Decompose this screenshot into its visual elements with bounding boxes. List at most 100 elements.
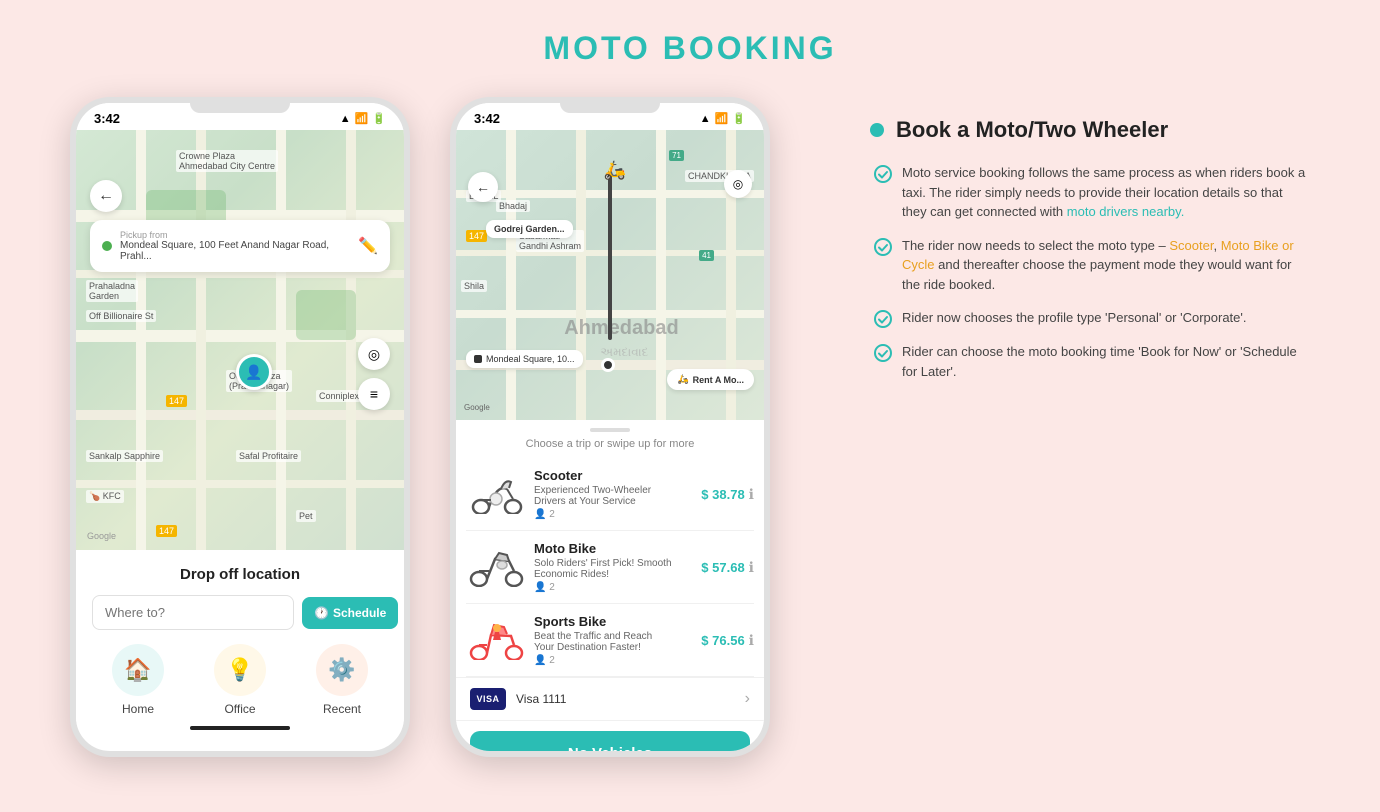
bottom-panel-left: Drop off location 🕐 Schedule 🏠 Home 💡: [76, 550, 404, 746]
wifi-icon-right: ▲: [700, 113, 711, 125]
motobike-info-icon[interactable]: ℹ: [749, 559, 754, 576]
wifi-icon: ▲: [340, 113, 351, 125]
battery-icon: 🔋: [372, 112, 386, 125]
map-label-shila: Shila: [461, 280, 487, 292]
home-indicator-left: [190, 726, 290, 730]
info-dot: [870, 123, 884, 137]
sportsbike-capacity: 👤 2: [534, 655, 693, 666]
schedule-label: Schedule: [333, 606, 386, 620]
motobike-price: $ 57.68: [701, 560, 744, 575]
vehicle-item-motobike[interactable]: Moto Bike Solo Riders' First Pick! Smoot…: [466, 531, 754, 604]
motobike-info: Moto Bike Solo Riders' First Pick! Smoot…: [534, 541, 693, 593]
clock-icon: 🕐: [314, 606, 329, 620]
map-label-sankalp: Sankalp Sapphire: [86, 450, 163, 462]
recent-label: Recent: [323, 702, 361, 716]
check-icon-1: [874, 165, 892, 183]
origin-text: Mondeal Square, 10...: [486, 354, 575, 364]
highlight-moto-drivers: moto drivers nearby.: [1067, 204, 1185, 219]
destination-recent[interactable]: ⚙️ Recent: [296, 644, 388, 716]
swipe-handle: [590, 428, 630, 432]
right-phone: 3:42 ▲ 📶 🔋: [450, 97, 770, 757]
map-background-left: Crowne PlazaAhmedabad City Centre Prahal…: [76, 130, 404, 550]
where-to-input[interactable]: [92, 595, 294, 630]
office-icon-circle: 💡: [214, 644, 266, 696]
pickup-label: Pickup from: [120, 230, 350, 240]
page-title: MOTO BOOKING: [543, 30, 836, 67]
sportsbike-desc: Beat the Traffic and ReachYour Destinati…: [534, 631, 693, 653]
home-icon-circle: 🏠: [112, 644, 164, 696]
right-phone-frame: 3:42 ▲ 📶 🔋: [450, 97, 770, 757]
motobike-capacity: 👤 2: [534, 582, 693, 593]
pickup-dot: [102, 241, 112, 251]
rent-badge[interactable]: 🛵 Rent A Mo...: [667, 369, 754, 390]
where-to-row: 🕐 Schedule: [92, 595, 388, 630]
signal-icon: 📶: [355, 112, 369, 125]
bullet-3: Rider now chooses the profile type 'Pers…: [874, 308, 1310, 328]
scooter-info: Scooter Experienced Two-WheelerDrivers a…: [534, 468, 693, 520]
map-controls-left: ◎ ≡: [358, 338, 390, 410]
map-label-crowne: Crowne PlazaAhmedabad City Centre: [176, 150, 278, 172]
payment-text: Visa 1111: [516, 692, 735, 706]
destination-home[interactable]: 🏠 Home: [92, 644, 184, 716]
check-icon-2: [874, 238, 892, 256]
vehicle-item-scooter[interactable]: Scooter Experienced Two-WheelerDrivers a…: [466, 458, 754, 531]
left-phone: 3:42 ▲ 📶 🔋: [70, 97, 410, 757]
vehicle-list: Scooter Experienced Two-WheelerDrivers a…: [456, 458, 764, 677]
rent-scooter-icon: 🛵: [677, 374, 688, 385]
map-label-safal: Safal Profitaire: [236, 450, 301, 462]
status-icons-left: ▲ 📶 🔋: [340, 112, 386, 125]
map-area-right: CHANDKHEDA Bhadaj SabarmatiGandhi Ashram…: [456, 130, 764, 420]
pickup-address: Mondeal Square, 100 Feet Anand Nagar Roa…: [120, 240, 350, 262]
scooter-desc: Experienced Two-WheelerDrivers at Your S…: [534, 485, 693, 507]
map-label-kfc: 🍗 KFC: [86, 490, 124, 503]
map-area-left: Crowne PlazaAhmedabad City Centre Prahal…: [76, 130, 404, 550]
back-button-left[interactable]: ←: [90, 180, 122, 212]
bullet-text-3: Rider now chooses the profile type 'Pers…: [902, 308, 1247, 328]
check-icon-4: [874, 344, 892, 362]
locate-button-left[interactable]: ◎: [358, 338, 390, 370]
bullet-text-2: The rider now needs to select the moto t…: [902, 236, 1310, 295]
user-location-marker: 👤: [236, 354, 272, 390]
google-label-left: Google: [84, 530, 119, 542]
booking-panel: Choose a trip or swipe up for more: [456, 420, 764, 757]
book-button[interactable]: No Vehicles: [470, 731, 750, 757]
vehicle-item-sportsbike[interactable]: Sports Bike Beat the Traffic and ReachYo…: [466, 604, 754, 677]
map-label-billionaire: Off Billionaire St: [86, 310, 156, 322]
status-time-left: 3:42: [94, 111, 120, 126]
highlight-scooter: Scooter: [1169, 238, 1213, 253]
bullet-2: The rider now needs to select the moto t…: [874, 236, 1310, 295]
map-badge-147-right: 147: [466, 230, 487, 242]
scooter-price-group: $ 38.78 ℹ: [701, 486, 754, 503]
scooter-info-icon[interactable]: ℹ: [749, 486, 754, 503]
motobike-name: Moto Bike: [534, 541, 693, 556]
destination-marker: 🛵: [604, 160, 626, 181]
chevron-right-icon: ›: [745, 690, 750, 708]
drop-off-title: Drop off location: [92, 566, 388, 583]
motobike-desc: Solo Riders' First Pick! SmoothEconomic …: [534, 558, 693, 580]
destination-office[interactable]: 💡 Office: [194, 644, 286, 716]
payment-row[interactable]: VISA Visa 1111 ›: [456, 677, 764, 721]
filter-button-left[interactable]: ≡: [358, 378, 390, 410]
left-phone-frame: 3:42 ▲ 📶 🔋: [70, 97, 410, 757]
main-content: 3:42 ▲ 📶 🔋: [40, 97, 1340, 757]
sportsbike-icon: [466, 618, 526, 663]
signal-icon-right: 📶: [715, 112, 729, 125]
route-line: [608, 170, 612, 340]
map-label-bhadaj: Bhadaj: [496, 200, 530, 212]
sportsbike-info-icon[interactable]: ℹ: [749, 632, 754, 649]
sportsbike-info: Sports Bike Beat the Traffic and ReachYo…: [534, 614, 693, 666]
home-label: Home: [122, 702, 154, 716]
locate-button-right[interactable]: ◎: [724, 170, 752, 198]
back-button-right[interactable]: ←: [468, 172, 498, 202]
schedule-button[interactable]: 🕐 Schedule: [302, 597, 398, 629]
scooter-price: $ 38.78: [701, 487, 744, 502]
pickup-card: Pickup from Mondeal Square, 100 Feet Ana…: [90, 220, 390, 272]
ahmedabad-label: Ahmedabad: [564, 317, 678, 340]
swipe-hint: Choose a trip or swipe up for more: [456, 420, 764, 458]
scooter-icon: [466, 472, 526, 517]
notch-right: [560, 103, 660, 113]
pickup-edit-icon[interactable]: ✏️: [358, 236, 378, 256]
status-time-right: 3:42: [474, 111, 500, 126]
scooter-name: Scooter: [534, 468, 693, 483]
notch-left: [190, 103, 290, 113]
